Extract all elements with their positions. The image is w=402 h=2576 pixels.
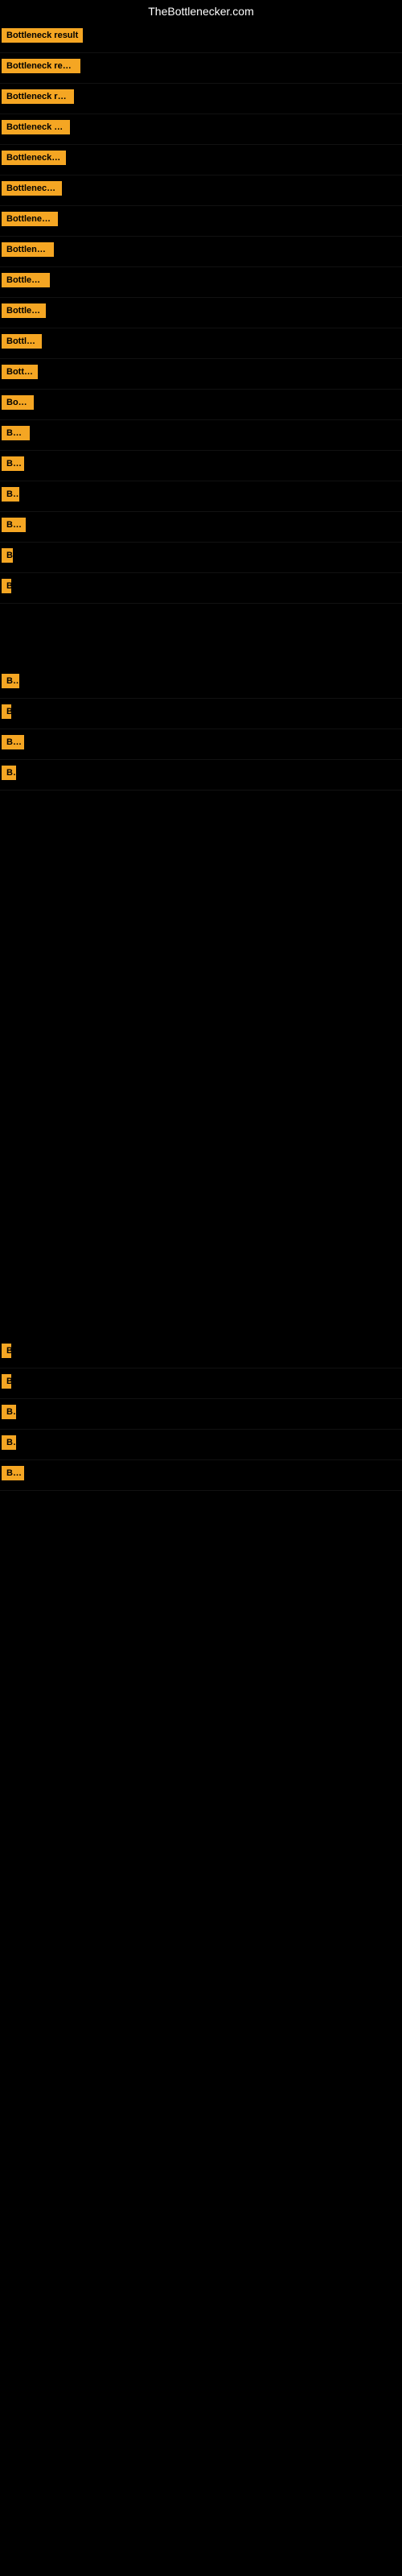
bottleneck-result-badge[interactable]: Bottleneck result	[2, 303, 46, 318]
bottleneck-result-badge[interactable]: Bottleneck result	[2, 242, 54, 257]
bottleneck-result-badge[interactable]: Bottleneck result	[2, 1466, 24, 1480]
list-item: Bottleneck result	[0, 206, 402, 237]
bar-area	[89, 519, 400, 535]
bottleneck-result-badge[interactable]: Bottleneck result	[2, 334, 42, 349]
bar-area	[89, 152, 400, 168]
bottleneck-result-badge[interactable]: Bottleneck result	[2, 1405, 16, 1419]
list-item: Bottleneck result	[0, 1430, 402, 1460]
list-item: Bottleneck result	[0, 543, 402, 573]
list-item: Bottleneck result	[0, 328, 402, 359]
list-item: Bottleneck result	[0, 729, 402, 760]
list-item: Bottleneck result	[0, 237, 402, 267]
list-item: Bottleneck result	[0, 573, 402, 604]
bar-area	[89, 91, 400, 107]
bottleneck-result-badge[interactable]: Bottleneck result	[2, 766, 16, 780]
bar-area	[89, 427, 400, 444]
bar-area	[89, 580, 400, 597]
bar-area	[89, 60, 400, 76]
list-item: Bottleneck result	[0, 298, 402, 328]
list-item: Bottleneck result	[0, 420, 402, 451]
bottleneck-result-badge[interactable]: Bottleneck result	[2, 1374, 11, 1389]
list-item: Bottleneck result	[0, 1399, 402, 1430]
bottleneck-result-badge[interactable]: Bottleneck result	[2, 426, 30, 440]
bar-area	[89, 767, 400, 783]
list-item: Bottleneck result	[0, 114, 402, 145]
bar-area	[89, 706, 400, 722]
bottleneck-result-badge[interactable]: Bottleneck result	[2, 212, 58, 226]
bar-area	[89, 737, 400, 753]
list-item: Bottleneck result	[0, 760, 402, 791]
list-item: Bottleneck result	[0, 481, 402, 512]
bottleneck-result-badge[interactable]: Bottleneck result	[2, 151, 66, 165]
bar-area	[89, 305, 400, 321]
bottleneck-result-badge[interactable]: Bottleneck result	[2, 456, 24, 471]
bottleneck-result-badge[interactable]: Bottleneck result	[2, 181, 62, 196]
list-item: Bottleneck result	[0, 390, 402, 420]
bar-area	[89, 397, 400, 413]
bottleneck-result-badge[interactable]: Bottleneck result	[2, 395, 34, 410]
list-item: Bottleneck result	[0, 145, 402, 175]
bottleneck-result-badge[interactable]: Bottleneck result	[2, 1344, 11, 1358]
bar-area	[89, 30, 400, 46]
list-item: Bottleneck result	[0, 699, 402, 729]
bottleneck-result-badge[interactable]: Bottleneck result	[2, 704, 11, 719]
bottleneck-result-badge[interactable]: Bottleneck result	[2, 518, 26, 532]
list-item: Bottleneck result	[0, 1338, 402, 1368]
list-item: Bottleneck result	[0, 267, 402, 298]
bar-area	[89, 213, 400, 229]
bottleneck-result-badge[interactable]: Bottleneck result	[2, 487, 19, 502]
list-item: Bottleneck result	[0, 1368, 402, 1399]
site-title: TheBottlenecker.com	[0, 0, 402, 23]
list-item: Bottleneck result	[0, 668, 402, 699]
bottleneck-result-badge[interactable]: Bottleneck result	[2, 674, 19, 688]
list-item: Bottleneck result	[0, 512, 402, 543]
list-item: Bottleneck result	[0, 23, 402, 53]
bar-area	[89, 366, 400, 382]
bottleneck-result-badge[interactable]: Bottleneck result	[2, 59, 80, 73]
bottleneck-result-badge[interactable]: Bottleneck result	[2, 365, 38, 379]
bar-area	[89, 489, 400, 505]
bar-area	[89, 336, 400, 352]
bottleneck-result-badge[interactable]: Bottleneck result	[2, 579, 11, 593]
bar-area	[89, 675, 400, 691]
list-item: Bottleneck result	[0, 84, 402, 114]
bar-area	[89, 458, 400, 474]
bottleneck-result-badge[interactable]: Bottleneck result	[2, 120, 70, 134]
list-item: Bottleneck result	[0, 1460, 402, 1491]
bottleneck-result-badge[interactable]: Bottleneck result	[2, 28, 83, 43]
bottleneck-result-badge[interactable]: Bottleneck result	[2, 735, 24, 749]
list-item: Bottleneck result	[0, 175, 402, 206]
bottleneck-result-badge[interactable]: Bottleneck result	[2, 89, 74, 104]
bottleneck-result-badge[interactable]: Bottleneck result	[2, 273, 50, 287]
bar-area	[89, 244, 400, 260]
bottleneck-result-badge[interactable]: Bottleneck result	[2, 548, 13, 563]
list-item: Bottleneck result	[0, 451, 402, 481]
bar-area	[89, 550, 400, 566]
list-item: Bottleneck result	[0, 359, 402, 390]
bottleneck-result-badge[interactable]: Bottleneck result	[2, 1435, 16, 1450]
bar-area	[89, 275, 400, 291]
list-item: Bottleneck result	[0, 53, 402, 84]
bar-area	[89, 183, 400, 199]
bar-area	[89, 122, 400, 138]
